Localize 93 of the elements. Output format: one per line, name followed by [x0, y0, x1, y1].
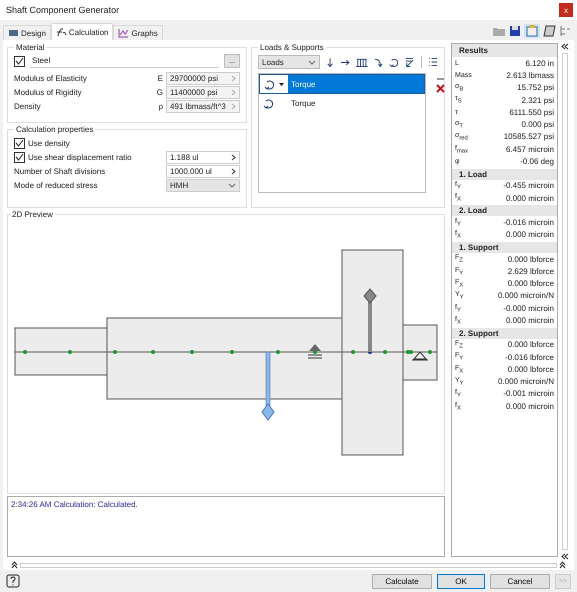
property-field: 491 lbmass/ft^3 — [166, 100, 240, 112]
property-label: Modulus of Elasticity — [14, 74, 88, 82]
log-message: 2:34:26 AM Calculation: Calculated. — [11, 500, 139, 509]
group-title: Material — [15, 43, 46, 52]
property-symbol: ρ — [157, 102, 163, 110]
moment-arrow-icon — [363, 288, 377, 352]
bend-arrow-icon[interactable] — [374, 56, 383, 68]
force-arrow-icon — [261, 352, 275, 421]
caret-icon — [308, 60, 316, 64]
tab[interactable]: Calculation — [50, 23, 114, 40]
load-item[interactable]: Torque — [259, 94, 425, 112]
result-value: -0.016 microin — [503, 218, 554, 227]
collapse-icon[interactable] — [561, 553, 569, 560]
group-title: Calculation properties — [15, 125, 94, 134]
help-icon[interactable] — [6, 574, 20, 588]
dialog-button[interactable]: Cancel — [490, 574, 550, 588]
property-field: 11400000 psi — [166, 86, 240, 98]
result-value: 0.000 microin/N — [498, 377, 554, 386]
notepad-icon[interactable] — [524, 24, 540, 38]
tree-icon[interactable] — [559, 25, 571, 37]
result-value: 6.457 microin — [506, 144, 554, 154]
save-icon[interactable] — [509, 25, 521, 37]
section-title: 2. Load — [452, 205, 557, 216]
tab[interactable]: Graphs — [113, 25, 163, 40]
result-value: 6.120 in — [526, 58, 554, 68]
dialog-button[interactable]: OK — [437, 574, 485, 588]
result-value: -0.06 deg — [520, 157, 554, 166]
stress-mode-dropdown[interactable]: HMH — [166, 178, 240, 192]
result-value: 2.613 lbmass — [506, 70, 554, 80]
result-value: 0.000 lbforce — [508, 364, 554, 374]
caret-icon[interactable] — [278, 82, 285, 86]
load-item[interactable]: Torque — [259, 74, 425, 94]
result-value: 0.000 psi — [522, 120, 554, 130]
result-value: 0.000 microin — [506, 402, 554, 411]
result-value: 2.629 lbforce — [508, 266, 554, 276]
property-label: Density — [14, 102, 42, 110]
expand-icon[interactable] — [559, 561, 566, 569]
property-label: Mode of reduced stress — [14, 180, 99, 190]
result-value: 0.000 microin/N — [498, 291, 554, 300]
result-value: 15.752 psi — [517, 83, 554, 92]
rotation-icon[interactable] — [388, 56, 398, 68]
result-value: -0.455 microin — [503, 181, 554, 190]
results-title: Results — [452, 44, 557, 57]
expand-icon[interactable] — [11, 561, 18, 569]
value-field[interactable]: 1000.000 ul — [166, 164, 240, 178]
group-title: 2D Preview — [11, 210, 54, 219]
section-title: 1. Support — [452, 242, 557, 253]
property-symbol: E — [156, 74, 163, 82]
result-value: 0.000 lbforce — [508, 340, 554, 350]
window-title: Shaft Component Generator — [5, 5, 120, 15]
property-label: Use shear displacement ratio — [28, 152, 133, 162]
result-value: 0.000 lbforce — [508, 279, 554, 288]
section-title: 2. Support — [452, 328, 557, 339]
result-value: -0.016 lbforce — [505, 352, 554, 362]
right-arrow-icon[interactable] — [340, 58, 350, 66]
support-icon — [412, 351, 428, 360]
result-value: 0.000 microin — [506, 230, 554, 240]
section-title: 1. Load — [452, 168, 557, 180]
group-title: Loads & Supports — [259, 43, 325, 52]
result-value: -0.001 microin — [503, 389, 554, 398]
distributed-load-icon[interactable] — [356, 56, 368, 68]
value-field[interactable]: 1.188 ul — [166, 150, 240, 164]
formula-icon — [56, 27, 67, 37]
caret-icon — [228, 182, 236, 188]
result-value: 2.321 psi — [522, 96, 554, 105]
property-label: Use density — [28, 138, 71, 148]
checkbox[interactable] — [14, 152, 25, 162]
down-arrow-icon[interactable] — [326, 56, 334, 68]
result-value: 0.000 lbforce — [508, 254, 554, 264]
checkbox[interactable] — [14, 56, 25, 66]
result-value: 0.000 microin — [506, 194, 554, 203]
checkbox[interactable] — [14, 138, 25, 148]
property-label: Modulus of Rigidity — [14, 88, 83, 96]
result-value: 10585.527 psi — [504, 132, 554, 142]
chart-icon — [118, 28, 130, 38]
result-value: -0.000 microin — [503, 304, 554, 313]
support-icon — [308, 344, 322, 358]
material-field[interactable]: Steel — [30, 54, 219, 68]
collapse-icon[interactable] — [561, 43, 569, 50]
tab[interactable]: Design — [3, 25, 51, 40]
rotation-icon — [263, 98, 274, 108]
result-value: 0.000 microin — [506, 316, 554, 325]
property-field: 29700000 psi — [166, 72, 240, 84]
dialog-button[interactable]: Calculate — [372, 574, 432, 588]
result-value: 6111.550 psi — [509, 108, 554, 117]
swap-icon[interactable] — [404, 56, 416, 68]
list-icon[interactable] — [428, 57, 438, 67]
property-label: Number of Shaft divisions — [14, 166, 106, 176]
loads-dropdown[interactable]: Loads — [258, 55, 320, 69]
rotation-icon — [264, 78, 275, 90]
screen-icon — [8, 28, 19, 38]
property-symbol: G — [156, 88, 163, 96]
close-button[interactable]: x — [559, 3, 573, 17]
